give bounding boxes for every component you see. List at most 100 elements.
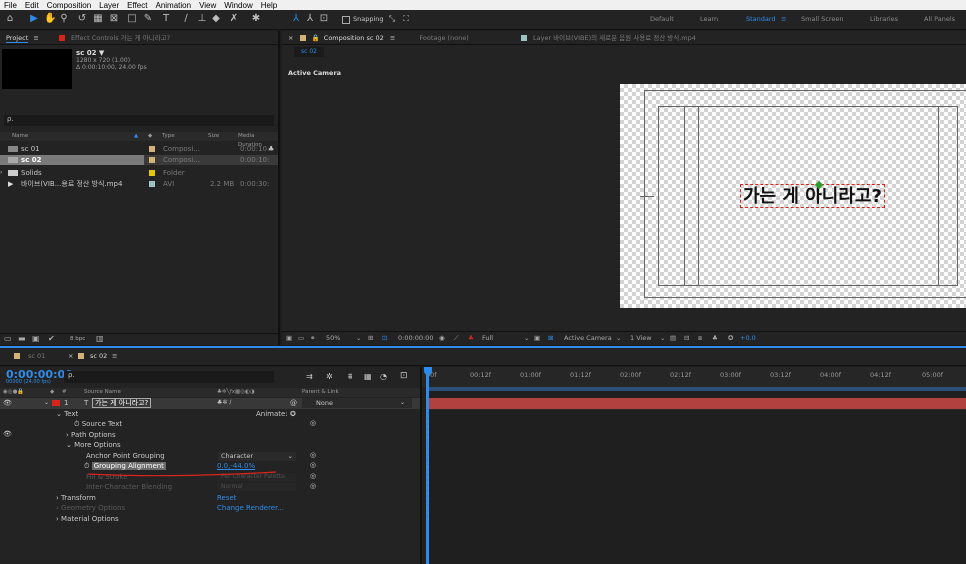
label-color[interactable]: [149, 181, 155, 187]
roto-brush-icon[interactable]: ✗: [228, 12, 240, 26]
motion-blur-icon[interactable]: ◔: [380, 372, 387, 381]
clone-stamp-icon[interactable]: ⊥: [196, 12, 208, 26]
change-renderer-link[interactable]: Change Renderer...: [217, 503, 284, 513]
menu-window[interactable]: Window: [224, 1, 252, 10]
pen-tool-icon[interactable]: ✎: [142, 12, 154, 26]
menu-effect[interactable]: Effect: [127, 1, 147, 10]
graph-editor-icon[interactable]: ⊡: [400, 371, 408, 381]
layer-label-color[interactable]: [52, 400, 60, 406]
snapshot-icon[interactable]: ◉: [439, 332, 445, 345]
pickwhip-icon[interactable]: ◎: [310, 451, 316, 459]
chevron-down-icon[interactable]: ⌄: [616, 332, 621, 345]
resolution-dropdown[interactable]: Full: [482, 332, 493, 345]
expand-icon[interactable]: ⌄: [44, 399, 49, 406]
flowchart-icon[interactable]: ♣: [712, 332, 718, 345]
close-icon[interactable]: ×: [68, 352, 73, 360]
view-axis-icon[interactable]: ⊡: [318, 12, 330, 26]
label-color[interactable]: [149, 146, 155, 152]
3d-view-icon[interactable]: ⧈: [698, 332, 702, 345]
pickwhip-icon[interactable]: ◎: [310, 482, 316, 490]
camera-tool-icon[interactable]: ▦: [92, 12, 104, 26]
lock-icon[interactable]: 🔒: [312, 34, 320, 42]
comp-viewer[interactable]: 가는 게 아니라고?: [620, 84, 966, 308]
roi-icon[interactable]: ▣: [534, 332, 540, 345]
label-col-icon[interactable]: ◆: [50, 388, 54, 397]
mask-icon[interactable]: ⚭: [310, 332, 315, 345]
col-type[interactable]: Type: [162, 132, 175, 141]
monitor-icon[interactable]: ▭: [298, 332, 304, 345]
transparency-grid-icon[interactable]: ⊠: [548, 332, 553, 345]
menu-file[interactable]: File: [4, 1, 17, 10]
layer-tab[interactable]: Layer 바이브(VIBE)의 새로운 음원 사용료 정산 방식.mp4: [533, 34, 696, 42]
selection-tool-icon[interactable]: ▶: [28, 12, 40, 26]
switches-icons[interactable]: ♣✲╲fx▦◎◐◑: [217, 388, 255, 397]
parent-link-col[interactable]: Parent & Link: [302, 388, 339, 397]
add-icon[interactable]: ✪: [290, 410, 296, 418]
region-icon[interactable]: ⊡: [382, 332, 387, 345]
adjust-icon[interactable]: ✔: [48, 334, 55, 343]
pickwhip-icon[interactable]: ◎: [310, 461, 316, 469]
prop-more-options[interactable]: ⌄ More Options: [66, 440, 121, 450]
disclosure-triangle-icon[interactable]: ›: [0, 168, 2, 178]
menu-view[interactable]: View: [199, 1, 216, 10]
parent-dropdown[interactable]: None: [302, 398, 412, 408]
close-icon[interactable]: ×: [288, 34, 293, 42]
comp-mini-flowchart-icon[interactable]: ⇉: [306, 372, 313, 381]
pixel-aspect-icon[interactable]: ▤: [670, 332, 676, 345]
new-folder-icon[interactable]: ▬: [18, 334, 26, 343]
type-tool-icon[interactable]: T: [160, 12, 172, 26]
draft-3d-icon[interactable]: ✲: [326, 372, 333, 381]
menu-layer[interactable]: Layer: [99, 1, 119, 10]
workspace-default[interactable]: Default: [650, 15, 674, 23]
project-menu-icon[interactable]: ≡: [33, 34, 38, 42]
world-axis-icon[interactable]: ⅄: [304, 12, 316, 26]
timeline-tab-sc01[interactable]: sc 01: [28, 352, 45, 360]
chevron-down-icon[interactable]: ⌄: [356, 332, 361, 345]
eraser-tool-icon[interactable]: ◆: [210, 12, 222, 26]
workspace-small-screen[interactable]: Small Screen: [801, 15, 843, 23]
footage-tab[interactable]: Footage (none): [419, 34, 468, 42]
layer-switches[interactable]: ♣✲ ∕: [217, 399, 231, 406]
project-item-sc02[interactable]: sc 02 Composi... 0:00:10:: [0, 155, 278, 165]
menu-composition[interactable]: Composition: [47, 1, 91, 10]
pan-behind-icon[interactable]: ⊠: [108, 12, 120, 26]
flowchart-icon[interactable]: ♣: [268, 144, 274, 154]
chevron-down-icon[interactable]: ⌄: [524, 332, 529, 345]
reset-transform-link[interactable]: Reset: [217, 493, 237, 503]
prop-geometry-options[interactable]: › Geometry Options: [56, 503, 125, 513]
effect-controls-tab[interactable]: Effect Controls 가는 게 아니라고?: [71, 34, 170, 42]
snap-edges-icon[interactable]: ⤡: [386, 12, 398, 26]
trash-icon[interactable]: ▥: [96, 334, 104, 343]
puppet-tool-icon[interactable]: ✱: [250, 12, 262, 26]
exposure-icon[interactable]: ✪: [728, 332, 733, 345]
brush-tool-icon[interactable]: ∕: [180, 12, 192, 26]
project-item-sc01[interactable]: sc 01 Composi... 0:00:10: ♣: [0, 144, 278, 154]
view-layout-dropdown[interactable]: 1 View: [630, 332, 652, 345]
composition-tab[interactable]: Composition sc 02: [324, 34, 384, 42]
time-ruler[interactable]: 00f 00:12f 01:00f 01:12f 02:00f 02:12f 0…: [422, 367, 966, 387]
number-col[interactable]: #: [62, 388, 67, 397]
label-col-icon[interactable]: ◆: [148, 132, 152, 141]
shy-layers-icon[interactable]: ⩩: [348, 372, 352, 382]
chevron-down-icon[interactable]: ⌄: [660, 332, 665, 345]
menu-animation[interactable]: Animation: [155, 1, 191, 10]
bit-depth-button[interactable]: 8 bpc: [70, 336, 85, 342]
prop-material-options[interactable]: › Material Options: [56, 514, 119, 524]
timeline-search-input[interactable]: ρ.: [64, 371, 274, 383]
anchor-grouping-dropdown[interactable]: Character ⌄: [218, 452, 296, 461]
timeline-graph[interactable]: 00f 00:12f 01:00f 01:12f 02:00f 02:12f 0…: [420, 367, 966, 564]
project-search-input[interactable]: ρ.: [4, 115, 274, 126]
menu-edit[interactable]: Edit: [25, 1, 39, 10]
workspace-menu-icon[interactable]: ≡: [781, 15, 786, 23]
comp-breadcrumb[interactable]: sc 02: [294, 47, 324, 57]
new-comp-icon[interactable]: ▣: [32, 334, 40, 343]
camera-view-dropdown[interactable]: Active Camera: [564, 332, 612, 345]
playhead-handle[interactable]: [424, 367, 432, 375]
home-icon[interactable]: ⌂: [4, 12, 16, 26]
av-features-icons[interactable]: ◉◎●🔒: [3, 388, 24, 397]
rectangle-tool-icon[interactable]: □: [126, 12, 138, 26]
eye-icon[interactable]: 👁: [3, 399, 12, 407]
zoom-dropdown[interactable]: 50%: [326, 332, 340, 345]
source-name-col[interactable]: Source Name: [84, 388, 121, 397]
fit-icon[interactable]: ⊞: [368, 332, 373, 345]
